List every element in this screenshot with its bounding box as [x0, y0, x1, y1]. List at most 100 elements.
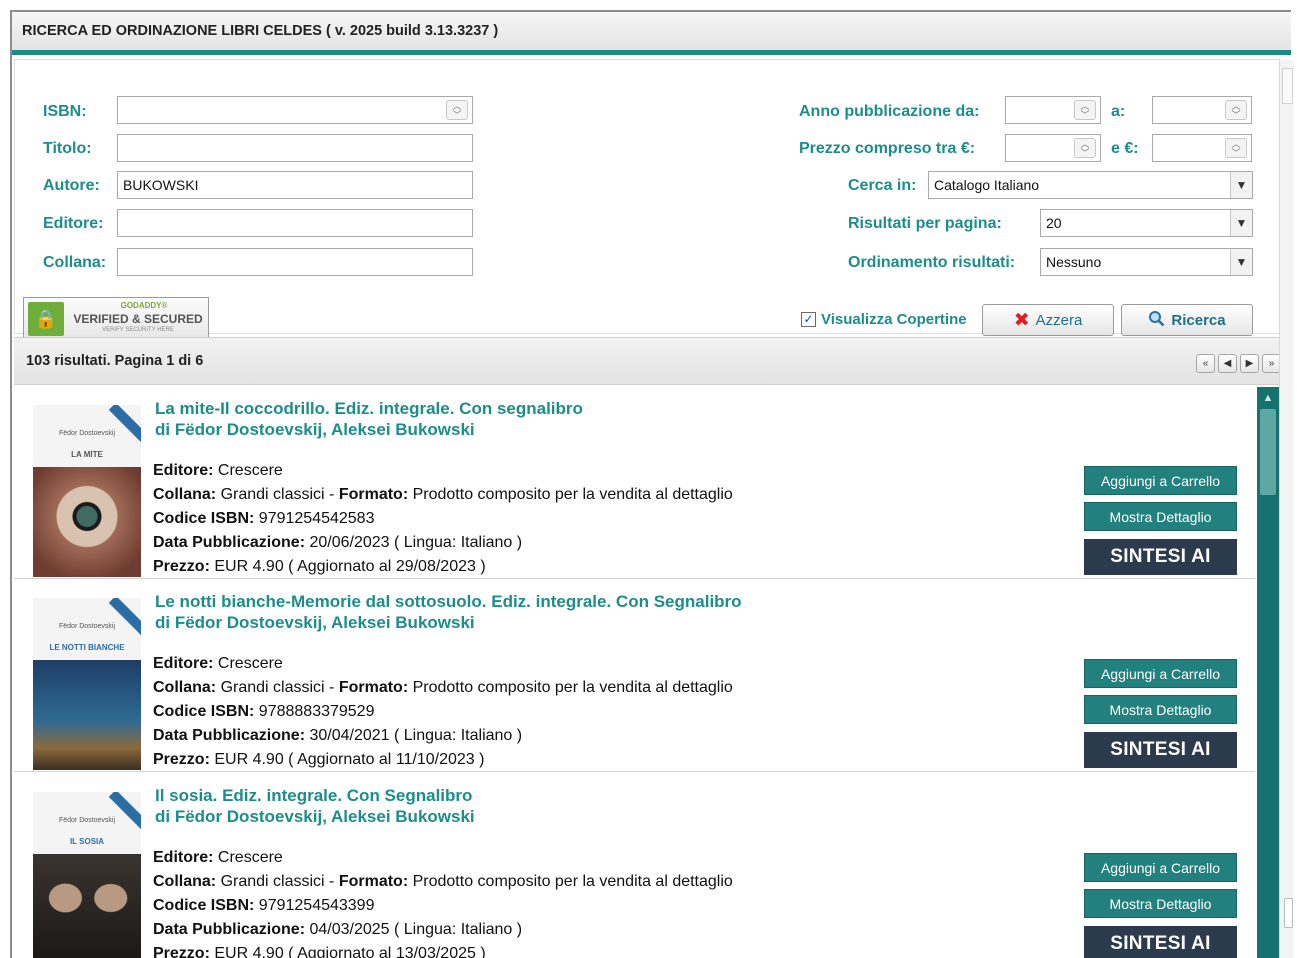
collana-label: Collana: — [43, 254, 107, 271]
prezzo-key: Prezzo: — [153, 558, 210, 575]
anno-da-spinner-icon[interactable]: ︿ ﹀ — [1074, 100, 1096, 120]
anno-a-spinner-icon[interactable]: ︿ ﹀ — [1225, 100, 1247, 120]
book-cover[interactable]: Fëdor Dostoevskij IL SOSIA — [33, 792, 141, 958]
lingua-open: ( Lingua: — [389, 727, 461, 744]
ai-summary-button[interactable]: SINTESI AI — [1084, 732, 1237, 768]
prezzo-da-spinner-icon[interactable]: ︿ ﹀ — [1074, 138, 1096, 158]
add-to-cart-button[interactable]: Aggiungi a Carrello — [1084, 659, 1237, 688]
scroll-up-icon[interactable]: ▲ — [1258, 389, 1278, 407]
editore-key: Editore: — [153, 462, 214, 479]
ai-summary-button[interactable]: SINTESI AI — [1084, 926, 1237, 958]
app-window: RICERCA ED ORDINAZIONE LIBRI CELDES ( v.… — [10, 10, 1291, 958]
prev-page-icon[interactable]: ◀ — [1218, 354, 1237, 373]
ordinamento-label: Ordinamento risultati: — [848, 254, 1016, 271]
first-page-icon[interactable]: « — [1196, 354, 1215, 373]
red-x-icon: ✖ — [1013, 309, 1030, 331]
chevron-down-icon[interactable]: ▼ — [1230, 210, 1252, 236]
pager: « ◀ ▶ » — [1196, 354, 1281, 373]
cover-art — [33, 660, 141, 770]
prezzo-key: Prezzo: — [153, 945, 210, 958]
lingua-open: ( Lingua: — [389, 921, 461, 938]
add-to-cart-button[interactable]: Aggiungi a Carrello — [1084, 466, 1237, 495]
data-value: 30/04/2021 — [309, 727, 390, 744]
titolo-label: Titolo: — [43, 140, 92, 157]
chevron-down-icon[interactable]: ▼ — [1230, 249, 1252, 275]
cerca-in-value: Catalogo Italiano — [934, 177, 1040, 193]
show-detail-button[interactable]: Mostra Dettaglio — [1084, 889, 1237, 918]
agg-value: 29/08/2023 — [395, 558, 476, 575]
field-editore: Editore: Crescere — [153, 462, 283, 480]
anno-a-input[interactable]: ︿ ﹀ — [1152, 96, 1252, 124]
data-key: Data Pubblicazione: — [153, 921, 306, 938]
risultati-select[interactable]: 20 ▼ — [1040, 209, 1253, 237]
result-item: Fëdor Dostoevskij LA MITE La mite-Il coc… — [14, 387, 1255, 579]
padlock-icon: 🔒 — [28, 302, 64, 336]
anno-da-label: Anno pubblicazione da: — [799, 103, 980, 120]
field-data: Data Pubblicazione: 04/03/2025 ( Lingua:… — [153, 921, 522, 939]
prezzo-a-label: e €: — [1111, 140, 1139, 157]
collana-key: Collana: — [153, 486, 217, 503]
show-covers-checkbox[interactable]: ✓ — [801, 312, 816, 327]
lingua-close: ) — [512, 727, 523, 744]
data-value: 04/03/2025 — [309, 921, 390, 938]
isbn-spinner-icon[interactable]: ︿ ﹀ — [446, 100, 468, 120]
cerca-in-select[interactable]: Catalogo Italiano ▼ — [928, 171, 1253, 199]
prezzo-value: EUR 4.90 — [214, 751, 284, 768]
isbn-label: ISBN: — [43, 103, 87, 120]
search-button[interactable]: Ricerca — [1121, 304, 1253, 336]
agg-close: ) — [475, 558, 486, 575]
field-editore: Editore: Crescere — [153, 655, 283, 673]
lingua-value: Italiano — [460, 534, 513, 551]
cover-author: Fëdor Dostoevskij — [58, 817, 116, 824]
anno-da-input[interactable]: ︿ ﹀ — [1005, 96, 1101, 124]
field-isbn: Codice ISBN: 9788883379529 — [153, 703, 374, 721]
cover-title: LE NOTTI BIANCHE — [49, 643, 125, 652]
book-title[interactable]: Il sosia. Ediz. integrale. Con Segnalibr… — [155, 786, 472, 806]
book-cover[interactable]: Fëdor Dostoevskij LE NOTTI BIANCHE — [33, 598, 141, 770]
search-form: ISBN: ︿ ﹀ Titolo: Autore: BUKOWSKI Editor… — [14, 59, 1280, 341]
titolo-input[interactable] — [117, 134, 473, 162]
ai-summary-button[interactable]: SINTESI AI — [1084, 539, 1237, 575]
prezzo-a-input[interactable]: ︿ ﹀ — [1152, 134, 1252, 162]
field-data: Data Pubblicazione: 30/04/2021 ( Lingua:… — [153, 727, 522, 745]
result-item: Fëdor Dostoevskij LE NOTTI BIANCHE Le no… — [14, 580, 1255, 772]
book-title[interactable]: Le notti bianche-Memorie dal sottosuolo.… — [155, 592, 742, 612]
lingua-value: Italiano — [460, 727, 513, 744]
collana-value: Grandi classici — [220, 679, 325, 696]
next-page-icon[interactable]: ▶ — [1240, 354, 1259, 373]
prezzo-a-spinner-icon[interactable]: ︿ ﹀ — [1225, 138, 1247, 158]
sep: - — [324, 486, 339, 503]
field-prezzo: Prezzo: EUR 4.90 ( Aggiornato al 11/10/2… — [153, 751, 484, 769]
book-title[interactable]: La mite-Il coccodrillo. Ediz. integrale.… — [155, 399, 583, 419]
results-scrollbar[interactable]: ▲ — [1257, 387, 1279, 958]
cover-author: Fëdor Dostoevskij — [58, 623, 116, 630]
isbn-input[interactable]: ︿ ﹀ — [117, 96, 473, 124]
agg-value: 11/10/2023 — [395, 751, 475, 768]
agg-value: 13/03/2025 — [395, 945, 476, 958]
isbn-value: 9791254543399 — [258, 897, 375, 914]
agg-open: ( Aggiornato al — [283, 751, 396, 768]
show-covers-option[interactable]: ✓ Visualizza Copertine — [801, 311, 967, 328]
book-byline: di Fëdor Dostoevskij, Aleksei Bukowski — [155, 420, 475, 439]
show-detail-button[interactable]: Mostra Dettaglio — [1084, 695, 1237, 724]
ordinamento-select[interactable]: Nessuno ▼ — [1040, 248, 1253, 276]
reset-button[interactable]: ✖ Azzera — [982, 304, 1114, 336]
scrollbar-thumb[interactable] — [1260, 409, 1276, 495]
field-collana: Collana: Grandi classici - Formato: Prod… — [153, 873, 733, 891]
cover-title: IL SOSIA — [69, 837, 105, 846]
chevron-down-icon[interactable]: ▼ — [1230, 172, 1252, 198]
formato-value: Prodotto composito per la vendita al det… — [412, 486, 733, 503]
editore-key: Editore: — [153, 849, 214, 866]
security-badge[interactable]: 🔒 GODADDY® VERIFIED & SECURED VERIFY SEC… — [23, 297, 209, 341]
editore-input[interactable] — [117, 209, 473, 237]
show-detail-button[interactable]: Mostra Dettaglio — [1084, 502, 1237, 531]
autore-input[interactable]: BUKOWSKI — [117, 171, 473, 199]
lingua-close: ) — [512, 534, 523, 551]
collana-input[interactable] — [117, 248, 473, 276]
add-to-cart-button[interactable]: Aggiungi a Carrello — [1084, 853, 1237, 882]
prezzo-da-input[interactable]: ︿ ﹀ — [1005, 134, 1101, 162]
book-cover[interactable]: Fëdor Dostoevskij LA MITE — [33, 405, 141, 577]
formato-value: Prodotto composito per la vendita al det… — [412, 679, 733, 696]
editore-value: Crescere — [217, 462, 283, 479]
isbn-key: Codice ISBN: — [153, 703, 255, 720]
